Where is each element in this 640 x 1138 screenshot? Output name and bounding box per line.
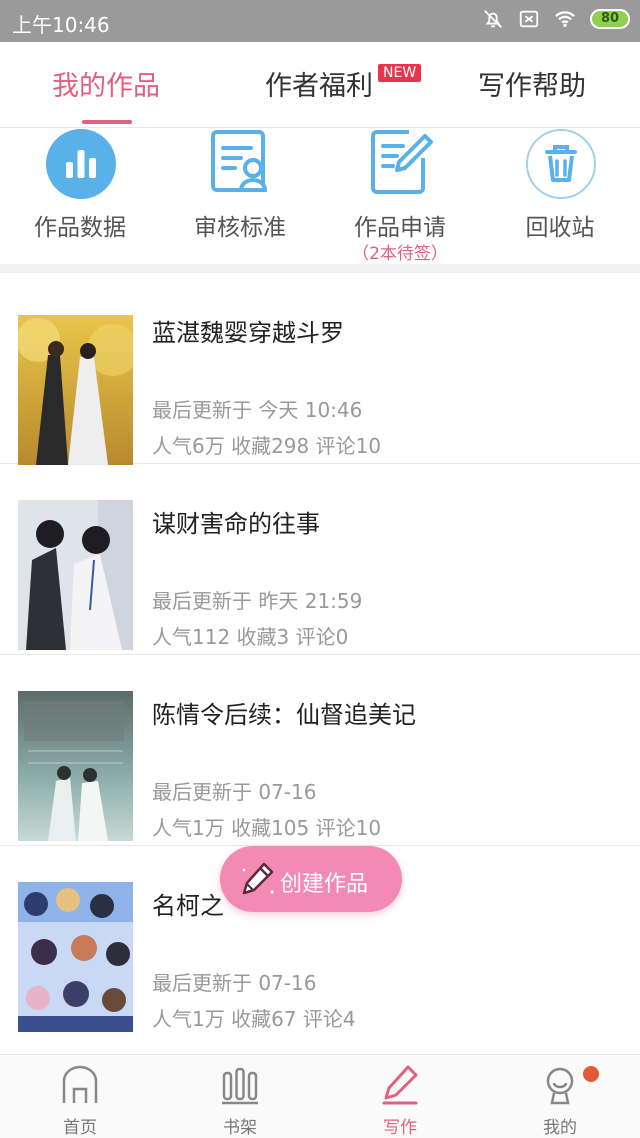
top-tabs: 我的作品 作者福利 写作帮助 (0, 42, 640, 128)
work-updated: 最后更新于 昨天 21:59 (152, 589, 363, 613)
work-title: 蓝湛魏婴穿越斗罗 (152, 319, 344, 347)
bookshelf-icon (222, 1067, 258, 1105)
bottom-nav: 首页 书架 写作 我的 (0, 1054, 640, 1138)
profile-icon (546, 1067, 574, 1105)
trash-icon (526, 129, 596, 199)
create-work-button[interactable]: 创建作品 (220, 846, 402, 912)
work-updated: 最后更新于 07-16 (152, 780, 317, 804)
work-stats: 人气112 收藏3 评论0 (152, 625, 349, 649)
pencil-icon (242, 862, 274, 895)
book-cover-image (18, 315, 133, 465)
work-updated: 最后更新于 07-16 (152, 971, 317, 995)
book-cover-image (18, 882, 133, 1032)
work-stats: 人气1万 收藏67 评论4 (152, 1007, 356, 1031)
notification-dot (583, 1066, 599, 1082)
new-badge: NEW (378, 64, 422, 82)
mute-bell-icon (484, 10, 502, 28)
works-data-label: 作品数据 (34, 215, 126, 241)
book-cover-image (18, 500, 133, 650)
sim-off-icon (519, 10, 539, 28)
tab-my-works[interactable]: 我的作品 (52, 64, 160, 103)
nav-home-label: 首页 (63, 1118, 97, 1138)
list-item[interactable]: 陈情令后续：仙督追美记 最后更新于 07-16 人气1万 收藏105 评论10 (0, 655, 640, 846)
review-standards-label: 审核标准 (194, 215, 286, 241)
work-title: 谋财害命的往事 (152, 510, 320, 538)
edit-document-icon (371, 130, 433, 194)
wifi-icon (555, 11, 575, 28)
battery-icon: 80 (590, 9, 630, 29)
work-stats: 人气6万 收藏298 评论10 (152, 434, 382, 458)
work-updated: 最后更新于 今天 10:46 (152, 398, 363, 422)
tab-author-benefits[interactable]: 作者福利 (265, 64, 373, 103)
work-stats: 人气1万 收藏105 评论10 (152, 816, 382, 840)
nav-bookshelf[interactable]: 书架 (160, 1055, 320, 1138)
recycle-bin-label: 回收站 (525, 215, 595, 241)
nav-home[interactable]: 首页 (0, 1055, 160, 1138)
nav-profile[interactable]: 我的 (480, 1055, 640, 1138)
create-work-label: 创建作品 (280, 872, 369, 897)
nav-bookshelf-label: 书架 (223, 1118, 257, 1138)
review-form-icon (211, 130, 268, 192)
bar-chart-icon (46, 129, 116, 199)
work-title: 名柯之 (152, 892, 224, 920)
write-icon (382, 1065, 418, 1105)
status-bar: 上午10:46 80 (0, 0, 640, 42)
nav-write-label: 写作 (383, 1118, 417, 1138)
active-tab-indicator (82, 120, 132, 124)
status-icons: 80 (482, 8, 630, 30)
list-item[interactable]: 蓝湛魏婴穿越斗罗 最后更新于 今天 10:46 人气6万 收藏298 评论10 (0, 273, 640, 465)
pending-sign-count: （2本待签） (352, 244, 448, 264)
nav-write[interactable]: 写作 (320, 1055, 480, 1138)
home-icon (62, 1065, 98, 1103)
works-apply-label: 作品申请 (354, 215, 446, 241)
section-divider (0, 264, 640, 273)
book-cover-image (18, 691, 133, 841)
list-item[interactable]: 谋财害命的往事 最后更新于 昨天 21:59 人气112 收藏3 评论0 (0, 464, 640, 655)
quick-actions: 作品数据 审核标准 作品申请 （2本待签） 回收站 (0, 128, 640, 264)
work-title: 陈情令后续：仙督追美记 (152, 701, 416, 729)
status-time: 上午10:46 (12, 13, 110, 37)
tab-writing-help[interactable]: 写作帮助 (478, 64, 586, 103)
nav-profile-label: 我的 (543, 1118, 577, 1138)
